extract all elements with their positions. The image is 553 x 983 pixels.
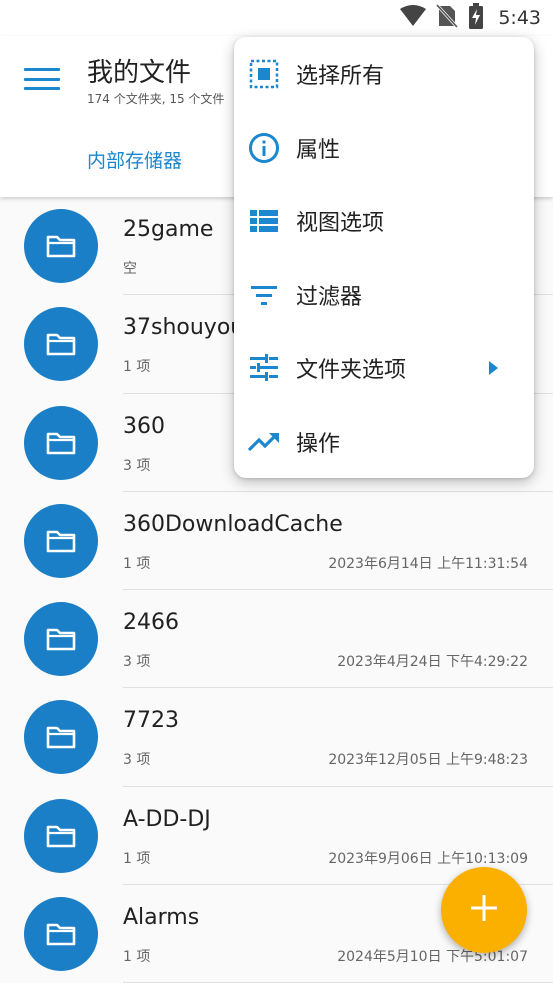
overflow-menu: 选择所有 属性 视图选项 过滤器 文件夹选项 操作 [234, 37, 534, 478]
item-count: 空 [123, 261, 137, 277]
view-list-icon [248, 205, 280, 237]
item-name: 360DownloadCache [123, 511, 343, 537]
item-count: 1 项 [123, 949, 151, 966]
menu-item-label: 视图选项 [296, 210, 385, 236]
menu-item-filter[interactable]: 过滤器 [234, 258, 534, 331]
tab-internal-storage[interactable]: 内部存储器 [87, 146, 182, 173]
menu-item-label: 文件夹选项 [296, 357, 407, 383]
file-list-item[interactable]: 2466 3 项 2023年4月24日 下午4:29:22 [0, 590, 553, 689]
page-subtitle: 174 个文件夹, 15 个文件 [87, 92, 225, 106]
item-name: 360 [123, 413, 165, 439]
folder-icon [24, 700, 98, 775]
menu-item-label: 操作 [296, 431, 341, 457]
folder-icon [24, 503, 98, 578]
item-name: 25game [123, 217, 214, 242]
menu-item-label: 属性 [296, 137, 341, 163]
item-count: 3 项 [123, 654, 151, 671]
item-name: 7723 [123, 708, 179, 734]
hamburger-menu-icon[interactable] [24, 64, 60, 94]
item-name: 2466 [123, 610, 179, 636]
file-list-item[interactable]: 7723 3 项 2023年12月05日 上午9:48:23 [0, 688, 553, 787]
folder-icon [24, 798, 98, 873]
info-icon [248, 132, 280, 164]
menu-item-label: 选择所有 [296, 63, 385, 89]
folder-icon [24, 307, 98, 382]
plus-icon [469, 893, 499, 927]
status-icons: 5:43 [400, 3, 541, 33]
item-count: 1 项 [123, 555, 151, 572]
status-time: 5:43 [498, 7, 541, 29]
item-name: 37shouyou [123, 315, 245, 341]
menu-item-view-options[interactable]: 视图选项 [234, 184, 534, 257]
file-list-item[interactable]: 360DownloadCache 1 项 2023年6月14日 上午11:31:54 [0, 492, 553, 591]
item-name: A-DD-DJ [123, 806, 211, 832]
folder-icon [24, 897, 98, 972]
item-name: Alarms [123, 905, 200, 931]
item-count: 3 项 [123, 457, 151, 474]
trending-icon [248, 426, 280, 458]
item-date: 2023年12月05日 上午9:48:23 [328, 752, 528, 769]
tune-icon [248, 352, 280, 384]
filter-icon [248, 279, 280, 311]
page-title: 我的文件 [87, 58, 192, 88]
menu-item-label: 过滤器 [296, 284, 363, 310]
submenu-arrow-icon [489, 360, 498, 375]
folder-icon [24, 602, 98, 677]
no-sim-icon [436, 3, 459, 32]
add-fab-button[interactable] [441, 867, 527, 953]
folder-icon [24, 209, 98, 283]
status-bar: 5:43 [0, 0, 553, 36]
wifi-icon [400, 5, 427, 31]
folder-icon [24, 405, 98, 480]
item-count: 1 项 [123, 850, 151, 867]
item-count: 1 项 [123, 359, 151, 376]
item-count: 3 项 [123, 752, 151, 769]
item-date: 2023年6月14日 上午11:31:54 [328, 555, 528, 572]
menu-item-select-all[interactable]: 选择所有 [234, 37, 534, 110]
item-date: 2023年4月24日 下午4:29:22 [337, 654, 528, 671]
battery-charging-icon [468, 3, 484, 33]
select-all-icon [248, 58, 280, 90]
menu-item-folder-options[interactable]: 文件夹选项 [234, 331, 534, 404]
menu-item-properties[interactable]: 属性 [234, 111, 534, 184]
menu-item-actions[interactable]: 操作 [234, 405, 534, 478]
item-date: 2023年9月06日 上午10:13:09 [328, 850, 528, 867]
